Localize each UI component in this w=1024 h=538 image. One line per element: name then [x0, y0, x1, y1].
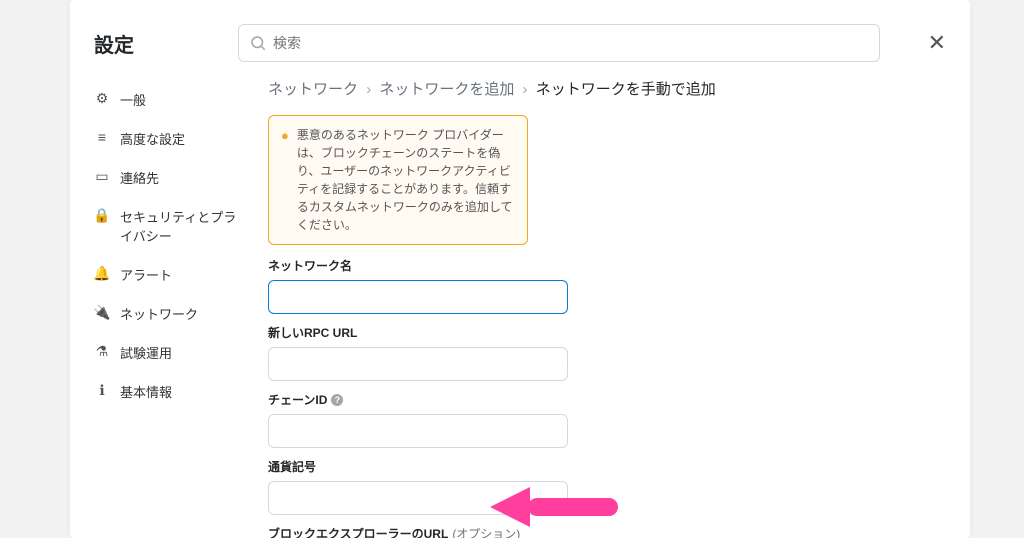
sidebar-item-label: ネットワーク — [120, 304, 198, 323]
sidebar-item-contacts[interactable]: ▭ 連絡先 — [94, 158, 244, 197]
warning-icon: ● — [281, 126, 289, 234]
block-explorer-label: ブロックエクスプローラーのURL (オプション) — [268, 525, 568, 538]
sidebar-item-alerts[interactable]: 🔔 アラート — [94, 255, 244, 294]
add-network-form: ネットワーク名 新しいRPC URL チェーンID ? 通貨記号 ブロックエクス… — [268, 257, 568, 538]
breadcrumb: ネットワーク › ネットワークを追加 › ネットワークを手動で追加 — [268, 78, 946, 99]
chain-id-label: チェーンID ? — [268, 391, 568, 408]
chevron-right-icon: › — [366, 81, 371, 98]
breadcrumb-current: ネットワークを手動で追加 — [536, 81, 716, 98]
network-name-label: ネットワーク名 — [268, 257, 568, 274]
search-input[interactable] — [273, 35, 869, 51]
close-icon[interactable]: ✕ — [928, 30, 946, 56]
breadcrumb-networks[interactable]: ネットワーク — [268, 81, 358, 98]
sidebar-item-label: 試験運用 — [120, 343, 172, 362]
warning-text: 悪意のあるネットワーク プロバイダーは、ブロックチェーンのステートを偽り、ユーザ… — [297, 126, 515, 234]
lock-icon: 🔒 — [94, 207, 110, 224]
help-icon[interactable]: ? — [331, 394, 343, 406]
sidebar-item-label: 連絡先 — [120, 168, 159, 187]
plug-icon: 🔌 — [94, 304, 110, 321]
warning-banner: ● 悪意のあるネットワーク プロバイダーは、ブロックチェーンのステートを偽り、ユ… — [268, 115, 528, 245]
sidebar-item-advanced[interactable]: ≡ 高度な設定 — [94, 119, 244, 158]
info-icon: ℹ — [94, 382, 110, 399]
bell-icon: 🔔 — [94, 265, 110, 282]
sidebar-item-label: アラート — [120, 265, 172, 284]
sidebar-item-general[interactable]: ⚙ 一般 — [94, 80, 244, 119]
gear-icon: ⚙ — [94, 90, 110, 107]
rpc-url-input[interactable] — [268, 347, 568, 381]
chevron-right-icon: › — [523, 81, 528, 98]
sidebar-item-experimental[interactable]: ⚗ 試験運用 — [94, 333, 244, 372]
sliders-icon: ≡ — [94, 129, 110, 145]
sidebar-item-label: 一般 — [120, 90, 146, 109]
search-icon — [249, 34, 267, 52]
network-name-input[interactable] — [268, 280, 568, 314]
sidebar-item-security[interactable]: 🔒 セキュリティとプライバシー — [94, 197, 244, 255]
currency-symbol-input[interactable] — [268, 481, 568, 515]
flask-icon: ⚗ — [94, 343, 110, 360]
header: 設定 ✕ — [70, 0, 970, 62]
sidebar: ⚙ 一般 ≡ 高度な設定 ▭ 連絡先 🔒 セキュリティとプライバシー 🔔 アラー… — [94, 74, 244, 514]
rpc-url-label: 新しいRPC URL — [268, 324, 568, 341]
book-icon: ▭ — [94, 168, 110, 185]
chain-id-input[interactable] — [268, 414, 568, 448]
breadcrumb-add-network[interactable]: ネットワークを追加 — [379, 81, 514, 98]
search-wrap[interactable] — [238, 24, 880, 62]
settings-panel: 設定 ✕ ⚙ 一般 ≡ 高度な設定 ▭ 連絡先 🔒 セキュリティとプライバシー — [70, 0, 970, 538]
page-title: 設定 — [94, 29, 214, 58]
sidebar-item-label: 高度な設定 — [120, 129, 185, 148]
sidebar-item-label: 基本情報 — [120, 382, 172, 401]
main-content: ネットワーク › ネットワークを追加 › ネットワークを手動で追加 ● 悪意のあ… — [268, 74, 946, 514]
sidebar-item-label: セキュリティとプライバシー — [120, 207, 244, 245]
currency-symbol-label: 通貨記号 — [268, 458, 568, 475]
sidebar-item-about[interactable]: ℹ 基本情報 — [94, 372, 244, 411]
sidebar-item-networks[interactable]: 🔌 ネットワーク — [94, 294, 244, 333]
